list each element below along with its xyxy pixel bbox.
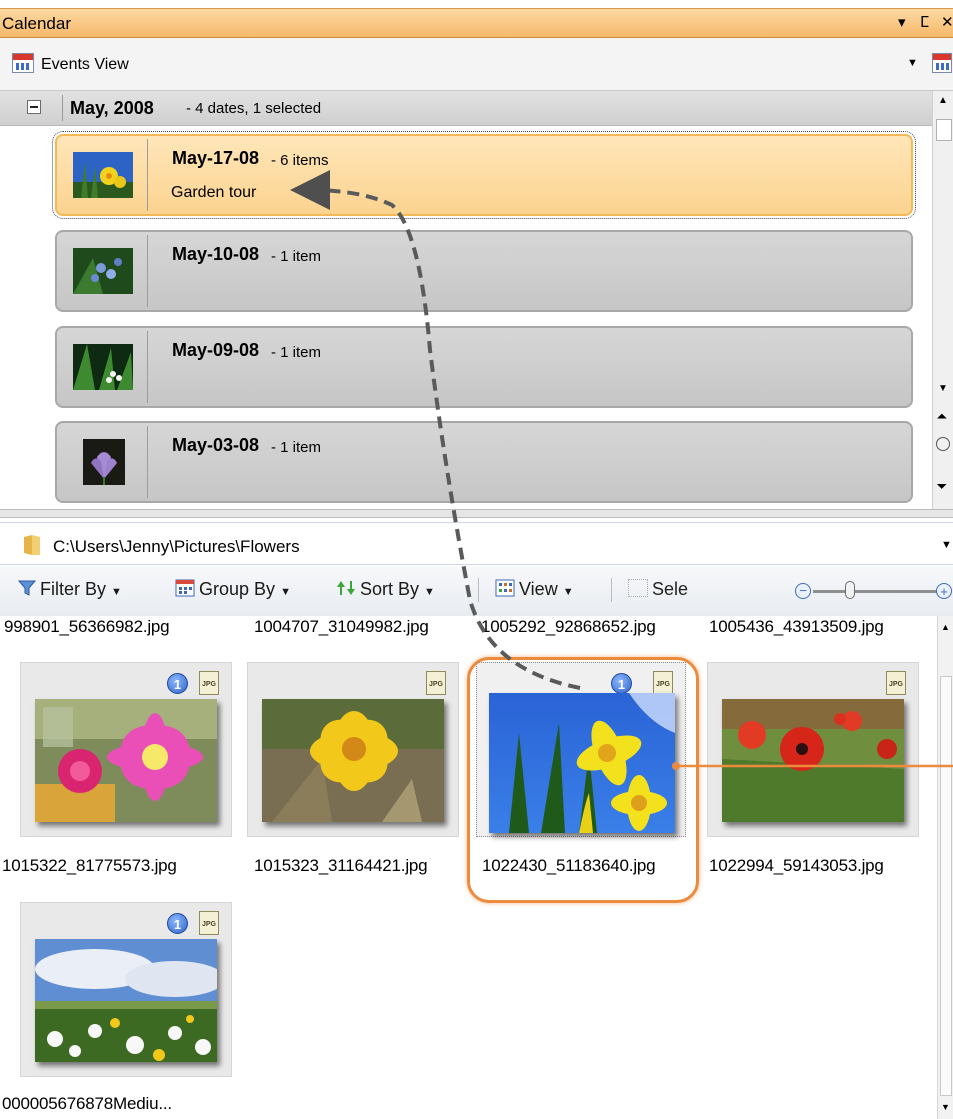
jpg-file-icon: JPG: [886, 671, 906, 695]
info-badge-icon: 1: [167, 913, 188, 934]
folder-icon: [24, 535, 40, 555]
date-item-may-09[interactable]: May-09-08 - 1 item: [55, 326, 913, 408]
scroll-thumb[interactable]: [940, 676, 952, 1096]
date-label: May-09-08: [172, 340, 260, 360]
zoom-slider-thumb[interactable]: [845, 581, 855, 599]
jpg-file-icon: JPG: [199, 911, 219, 935]
view-selector-value[interactable]: Events View: [41, 56, 129, 74]
date-label: May-17-08: [172, 148, 260, 168]
thumbnail-caption[interactable]: 1015323_31164421.jpg: [254, 856, 428, 876]
date-thumbnail: [73, 152, 133, 198]
view-selector-bar: Events View ▼: [0, 38, 953, 91]
pane-menu-icon[interactable]: ▾: [898, 13, 906, 31]
zoom-slider-track[interactable]: [813, 590, 943, 593]
month-summary: - 4 dates, 1 selected: [186, 100, 322, 117]
calendar-options-icon[interactable]: [932, 53, 952, 73]
date-thumbnail: [73, 344, 133, 390]
folder-path[interactable]: C:\Users\Jenny\Pictures\Flowers: [53, 537, 300, 557]
divider: [147, 139, 148, 211]
month-label: May, 2008: [70, 98, 154, 118]
scroll-down-icon[interactable]: ▼: [938, 383, 948, 394]
select-button[interactable]: Sele: [628, 579, 688, 600]
date-item-may-17[interactable]: May-17-08 - 6 items Garden tour: [52, 131, 916, 219]
toolbar-separator: [478, 578, 479, 602]
view-icon: [495, 579, 515, 597]
thumbnail-tile[interactable]: 1 JPG: [20, 902, 232, 1077]
thumbnail-caption[interactable]: 1005292_92868652.jpg: [481, 617, 656, 637]
thumbnail-caption[interactable]: 1004707_31049982.jpg: [254, 617, 429, 637]
divider: [147, 331, 148, 403]
collapse-icon[interactable]: [27, 100, 41, 114]
thumbnail-image: [722, 699, 904, 822]
path-dropdown-arrow-icon[interactable]: ▼: [941, 539, 952, 551]
date-count: - 6 items: [271, 152, 329, 169]
info-badge-icon: 1: [167, 673, 188, 694]
thumbnail-tile[interactable]: 1 JPG: [20, 662, 232, 837]
toolbar-separator: [611, 578, 612, 602]
selection-highlight-ring: [467, 657, 699, 903]
zoom-in-icon[interactable]: +: [936, 583, 952, 599]
date-count: - 1 item: [271, 439, 322, 456]
divider: [147, 426, 148, 498]
thumbnail-caption[interactable]: 1015322_81775573.jpg: [2, 856, 177, 876]
group-button[interactable]: Group By ▼: [175, 579, 291, 600]
gallery-scrollbar[interactable]: ▲ ▼: [937, 616, 953, 1119]
thumbnail-tile[interactable]: JPG: [247, 662, 459, 837]
date-item-may-03[interactable]: May-03-08 - 1 item: [55, 421, 913, 503]
sort-icon: [337, 581, 355, 595]
date-thumbnail: [73, 248, 133, 294]
thumbnail-caption[interactable]: 998901_56366982.jpg: [4, 617, 170, 637]
month-group-header[interactable]: May, 2008 - 4 dates, 1 selected: [0, 91, 932, 126]
date-item-may-10[interactable]: May-10-08 - 1 item: [55, 230, 913, 312]
date-label: May-10-08: [172, 244, 260, 264]
scroll-top-icon[interactable]: ⏶: [937, 409, 947, 424]
jpg-file-icon: JPG: [199, 671, 219, 695]
today-icon[interactable]: [936, 437, 950, 451]
thumbnail-caption[interactable]: 1022994_59143053.jpg: [709, 856, 884, 876]
thumbnail-image: [262, 699, 444, 822]
group-icon: [175, 579, 195, 597]
sort-button[interactable]: Sort By ▼: [336, 579, 435, 600]
date-count: - 1 item: [271, 344, 322, 361]
date-label: May-03-08: [172, 435, 260, 455]
scroll-bottom-icon[interactable]: ⏷: [937, 479, 947, 494]
calendar-icon: [12, 53, 34, 73]
divider: [62, 95, 63, 121]
pane-title: Calendar: [2, 14, 71, 33]
folder-path-bar: C:\Users\Jenny\Pictures\Flowers ▼: [0, 522, 953, 565]
date-count: - 1 item: [271, 248, 322, 265]
scroll-down-icon[interactable]: ▼: [941, 1102, 950, 1112]
thumbnail-caption[interactable]: 000005676878Mediu...: [2, 1094, 172, 1114]
calendar-title-bar: Calendar ▾ ⵎ ✕: [0, 8, 953, 38]
view-dropdown-arrow-icon[interactable]: ▼: [907, 57, 918, 69]
thumbnail-caption[interactable]: 1005436_43913509.jpg: [709, 617, 884, 637]
zoom-out-icon[interactable]: −: [795, 583, 811, 599]
thumbnail-image: [35, 939, 217, 1062]
scroll-up-icon[interactable]: ▲: [938, 95, 948, 106]
filter-button[interactable]: Filter By ▼: [18, 579, 122, 600]
filter-icon: [18, 580, 36, 596]
view-button[interactable]: View ▼: [495, 579, 574, 600]
scroll-up-icon[interactable]: ▲: [941, 622, 950, 632]
close-icon[interactable]: ✕: [941, 13, 953, 31]
divider: [147, 235, 148, 307]
jpg-file-icon: JPG: [426, 671, 446, 695]
thumbnail-tile[interactable]: JPG: [707, 662, 919, 837]
calendar-scrollbar[interactable]: ▲ ▼ ⏶ ⏷: [932, 91, 953, 509]
date-note: Garden tour: [171, 184, 257, 201]
gallery-toolbar: Filter By ▼ Group By ▼ Sort By ▼ View ▼ …: [0, 566, 953, 616]
thumbnail-image: [35, 699, 217, 822]
events-list: May, 2008 - 4 dates, 1 selected May-17-0…: [0, 91, 932, 509]
select-icon: [628, 579, 648, 597]
date-thumbnail: [83, 439, 125, 485]
pane-splitter[interactable]: [0, 509, 953, 518]
pin-icon[interactable]: ⵎ: [920, 13, 929, 31]
scroll-thumb[interactable]: [936, 119, 952, 141]
